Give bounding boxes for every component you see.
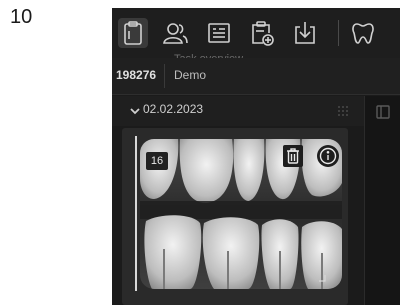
clipboard-add-icon	[252, 21, 274, 46]
panel-icon[interactable]	[375, 104, 391, 120]
xray-graphic	[140, 139, 342, 289]
patient-divider	[164, 64, 165, 88]
clipboard-icon	[124, 21, 142, 45]
resize-corner-icon[interactable]	[318, 274, 326, 282]
trash-icon	[287, 148, 299, 164]
info-icon	[319, 147, 337, 165]
session-date: 02.02.2023	[143, 102, 204, 116]
chevron-down-icon[interactable]	[128, 104, 142, 118]
main-toolbar	[112, 8, 400, 58]
toolbar-separator	[338, 20, 339, 46]
tooth-number-badge: 16	[146, 152, 168, 170]
dental-imaging-app: Task overview 198276 Demo 02.02.2023	[112, 8, 400, 305]
step-number: 10	[10, 6, 33, 28]
import-button[interactable]	[290, 18, 320, 48]
side-panel	[364, 96, 400, 305]
download-icon	[295, 22, 315, 44]
timeline-bar	[135, 136, 137, 291]
new-task-button[interactable]	[246, 18, 276, 48]
patients-icon	[163, 23, 188, 44]
drag-handle-icon[interactable]	[336, 104, 350, 118]
patients-button[interactable]	[160, 18, 190, 48]
patient-tab-bar: 198276 Demo	[112, 58, 400, 95]
patient-name[interactable]: Demo	[174, 68, 206, 82]
patient-id[interactable]: 198276	[116, 68, 156, 82]
task-overview-button[interactable]	[118, 18, 148, 48]
delete-image-button[interactable]	[283, 145, 303, 167]
patient-card-button[interactable]	[204, 18, 234, 48]
tooth-icon	[352, 23, 374, 44]
image-info-button[interactable]	[317, 145, 339, 167]
bitewing-xray-image[interactable]	[140, 139, 342, 289]
dental-chart-button[interactable]	[348, 18, 378, 48]
session-header[interactable]: 02.02.2023	[112, 96, 400, 126]
id-card-icon	[208, 23, 230, 43]
